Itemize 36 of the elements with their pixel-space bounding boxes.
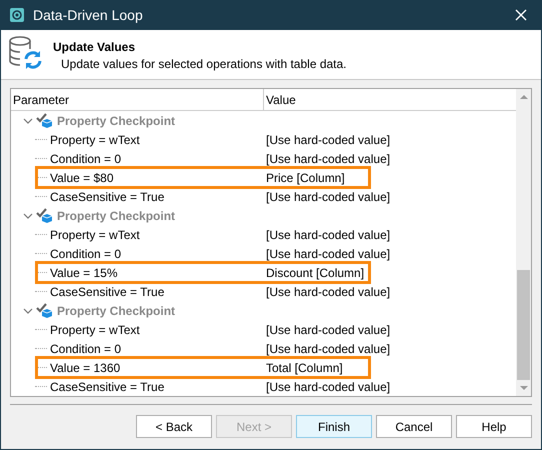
parameter-cell[interactable]: CaseSensitive = True [50, 190, 164, 204]
dialog-button[interactable]: < Back [136, 415, 212, 438]
parameter-cell[interactable]: Property = wText [50, 228, 140, 242]
parameter-cell[interactable]: CaseSensitive = True [50, 380, 164, 394]
value-cell[interactable]: [Use hard-coded value] [266, 190, 390, 204]
window-title: Data-Driven Loop [33, 7, 144, 23]
value-cell[interactable]: Discount [Column] [266, 266, 364, 280]
parameter-cell[interactable]: Condition = 0 [50, 246, 122, 260]
parameter-cell[interactable]: Condition = 0 [50, 152, 122, 166]
dialog-button[interactable]: Finish [296, 415, 372, 438]
checkpoint-label[interactable]: Property Checkpoint [57, 114, 176, 128]
page-title: Update Values [53, 40, 136, 54]
value-cell[interactable]: [Use hard-coded value] [266, 380, 390, 394]
value-cell[interactable]: Price [Column] [266, 170, 345, 184]
value-cell[interactable]: [Use hard-coded value] [266, 228, 390, 242]
value-cell[interactable]: [Use hard-coded value] [266, 152, 390, 166]
value-cell[interactable]: [Use hard-coded value] [266, 132, 390, 146]
parameter-cell[interactable]: CaseSensitive = True [50, 284, 164, 298]
checkpoint-label[interactable]: Property Checkpoint [57, 208, 176, 222]
dialog-button[interactable]: Cancel [376, 415, 452, 438]
parameter-cell[interactable]: Value = 15% [50, 266, 118, 280]
column-header[interactable]: Parameter [11, 89, 264, 110]
parameter-cell[interactable]: Value = 1360 [50, 360, 120, 374]
checkpoint-label[interactable]: Property Checkpoint [57, 304, 176, 318]
parameter-cell[interactable]: Property = wText [50, 322, 140, 336]
value-cell[interactable]: [Use hard-coded value] [266, 342, 390, 356]
value-cell[interactable]: [Use hard-coded value] [266, 322, 390, 336]
parameter-cell[interactable]: Value = $80 [50, 170, 114, 184]
parameter-cell[interactable]: Condition = 0 [50, 342, 122, 356]
value-cell[interactable]: [Use hard-coded value] [266, 246, 390, 260]
column-header[interactable]: Value [264, 89, 516, 110]
page-subtitle: Update values for selected operations with table data. [60, 57, 347, 71]
parameter-cell[interactable]: Property = wText [50, 132, 140, 146]
value-cell[interactable]: [Use hard-coded value] [266, 284, 390, 298]
value-cell[interactable]: Total [Column] [266, 360, 343, 374]
dialog-button[interactable]: Help [456, 415, 532, 438]
